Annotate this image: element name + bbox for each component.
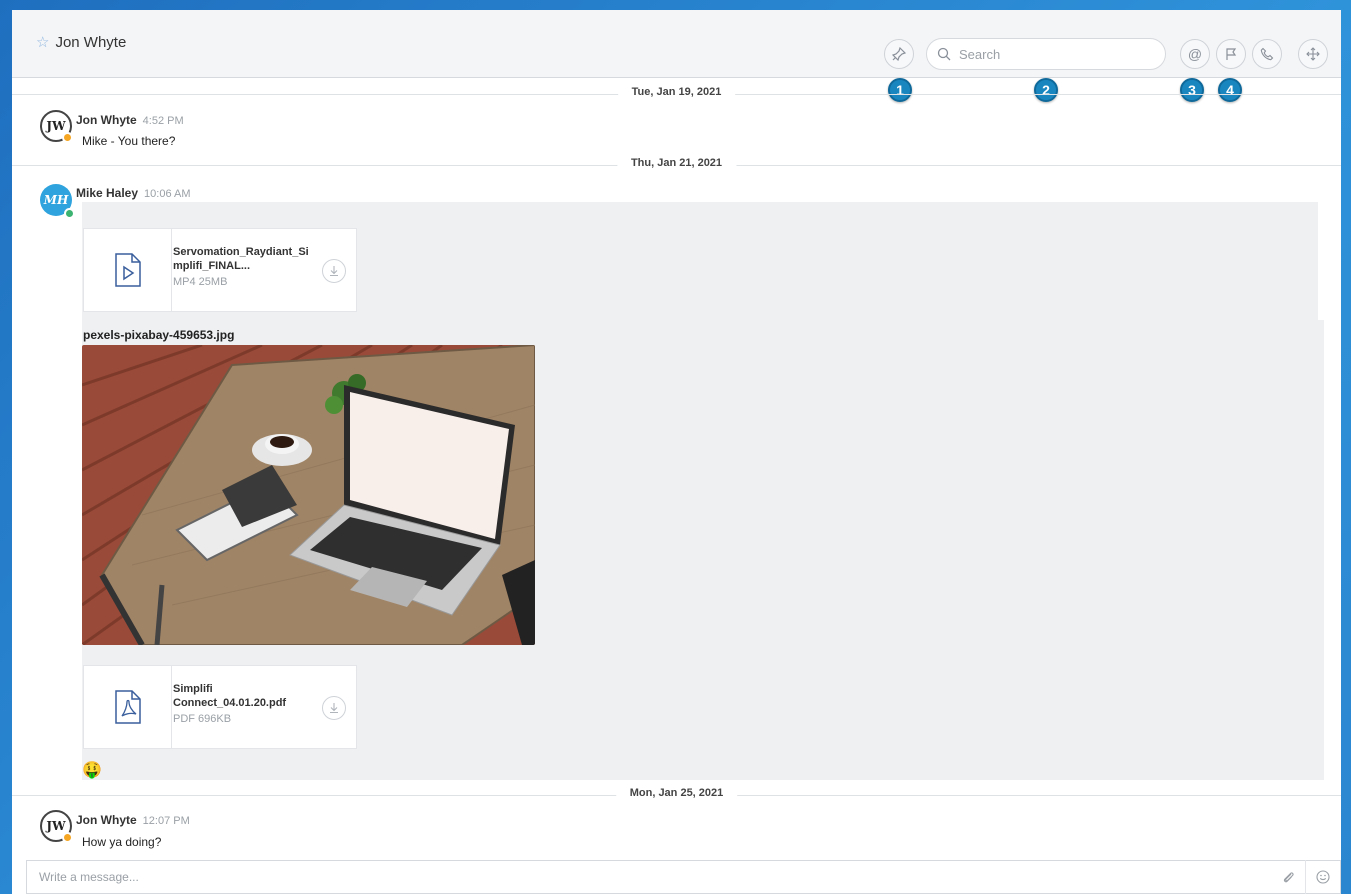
emoji-reaction: 🤑 <box>82 762 102 779</box>
message-time: 12:07 PM <box>142 815 190 827</box>
phone-icon <box>1260 47 1274 61</box>
file-name: Simplifi Connect_04.01.20.pdf <box>173 683 287 709</box>
search-box[interactable] <box>926 38 1166 70</box>
file-meta: MP4 25MB <box>173 276 228 288</box>
smiley-icon <box>1316 870 1330 884</box>
file-meta: PDF 696KB <box>173 713 232 725</box>
sender-name[interactable]: Mike Haley <box>76 186 138 200</box>
call-button[interactable] <box>1252 39 1282 69</box>
sender-name[interactable]: Jon Whyte <box>76 813 137 827</box>
avatar[interactable]: MH <box>40 184 75 219</box>
date-label: Tue, Jan 19, 2021 <box>617 86 736 98</box>
flag-icon <box>1226 48 1237 60</box>
photo-image <box>82 345 535 645</box>
image-attachment[interactable] <box>82 345 535 645</box>
status-online-icon <box>64 208 75 219</box>
message-input[interactable] <box>27 870 1271 884</box>
message-text: How ya doing? <box>82 835 162 849</box>
paperclip-icon <box>1283 872 1294 883</box>
chat-window: ☆ Jon Whyte @ <box>12 10 1341 894</box>
favorite-star-icon[interactable]: ☆ <box>36 35 49 50</box>
avatar-initials: MH <box>43 193 69 207</box>
download-button[interactable] <box>322 696 346 720</box>
mentions-button[interactable]: @ <box>1180 39 1210 69</box>
file-attachment[interactable]: Simplifi Connect_04.01.20.pdf PDF 696KB <box>83 665 357 749</box>
message-composer <box>26 860 1341 894</box>
pdf-file-icon <box>114 690 141 724</box>
message-text: Mike - You there? <box>82 134 176 148</box>
emoji-button[interactable] <box>1306 860 1340 894</box>
date-label: Mon, Jan 25, 2021 <box>615 787 738 799</box>
avatar[interactable]: JW <box>40 110 73 143</box>
date-separator: Tue, Jan 19, 2021 <box>12 86 1341 102</box>
file-attachment[interactable]: Servomation_Raydiant_Si mplifi_FINAL... … <box>83 228 357 312</box>
sender-name[interactable]: Jon Whyte <box>76 113 137 127</box>
image-caption: pexels-pixabay-459653.jpg <box>83 328 235 342</box>
file-name: Servomation_Raydiant_Si mplifi_FINAL... <box>173 246 309 272</box>
expand-button[interactable] <box>1298 39 1328 69</box>
date-separator: Thu, Jan 21, 2021 <box>12 157 1341 173</box>
message-time: 4:52 PM <box>142 115 184 127</box>
download-icon <box>330 703 338 714</box>
date-separator: Mon, Jan 25, 2021 <box>12 787 1341 803</box>
avatar-initials: JW <box>46 119 66 133</box>
status-away-icon <box>62 832 73 843</box>
avatar-initials: JW <box>46 819 66 833</box>
at-sign-icon: @ <box>1187 46 1203 62</box>
chat-header: ☆ Jon Whyte @ <box>12 10 1341 78</box>
search-input[interactable] <box>959 46 1149 62</box>
download-button[interactable] <box>322 259 346 283</box>
search-icon <box>937 47 951 61</box>
pin-button[interactable] <box>884 39 914 69</box>
pin-icon <box>892 47 906 61</box>
flag-button[interactable] <box>1216 39 1246 69</box>
download-icon <box>330 266 338 277</box>
expand-icon <box>1306 47 1320 61</box>
attach-button[interactable] <box>1271 860 1305 894</box>
chat-title: Jon Whyte <box>55 34 127 51</box>
message-time: 10:06 AM <box>144 188 191 200</box>
video-file-icon <box>114 253 141 287</box>
status-away-icon <box>62 132 73 143</box>
avatar[interactable]: JW <box>40 810 73 843</box>
date-label: Thu, Jan 21, 2021 <box>616 157 737 169</box>
